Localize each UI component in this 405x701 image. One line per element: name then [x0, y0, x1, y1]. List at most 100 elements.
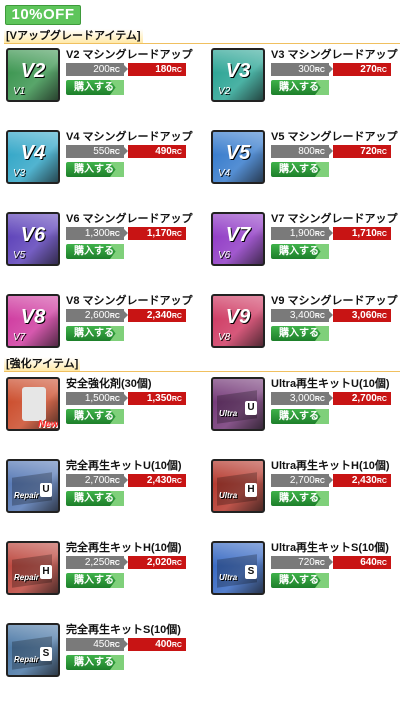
shop-item[interactable]: V8 V7 V8 マシングレードアップ 2,600RC 2,340RC 購入する [4, 292, 199, 372]
from-grade-label: V7 [13, 332, 26, 343]
kit-type-label: H [40, 565, 52, 579]
v-upgrade-icon[interactable]: V7 V6 [211, 212, 265, 266]
shop-item[interactable]: V5 V4 V5 マシングレードアップ 800RC 720RC 購入する [209, 128, 404, 208]
original-price: 800RC [271, 145, 329, 158]
buy-button[interactable]: 購入する [271, 491, 329, 506]
buy-button[interactable]: 購入する [271, 244, 329, 259]
original-price: 2,700RC [66, 474, 124, 487]
shop-item[interactable]: Repair H 完全再生キットH(10個) 2,250RC 2,020RC 購入する [4, 539, 199, 619]
grade-label: V3 [225, 60, 251, 82]
buy-button[interactable]: 購入する [271, 80, 329, 95]
v-upgrade-icon[interactable]: V6 V5 [6, 212, 60, 266]
grade-label: V2 [20, 60, 46, 82]
repair-kit-icon[interactable]: Repair S [6, 623, 60, 677]
sale-price: 180RC [128, 63, 186, 76]
ultra-repair-kit-icon[interactable]: Ultra H [211, 459, 265, 513]
from-grade-label: V3 [13, 168, 26, 179]
grade-label: V7 [225, 224, 251, 246]
repair-kit-icon[interactable]: Repair H [6, 541, 60, 595]
buy-button[interactable]: 購入する [66, 244, 124, 259]
item-name: V6 マシングレードアップ [66, 213, 193, 225]
buy-button[interactable]: 購入する [66, 162, 124, 177]
sale-price: 1,170RC [128, 227, 186, 240]
original-price: 1,500RC [66, 392, 124, 405]
shop-item[interactable]: V3 V2 V3 マシングレードアップ 300RC 270RC 購入する [209, 46, 404, 126]
item-name: 完全再生キットU(10個) [66, 460, 182, 472]
buy-button[interactable]: 購入する [271, 409, 329, 424]
kit-type-label: H [245, 483, 257, 497]
section-divider [4, 43, 400, 44]
from-grade-label: V5 [13, 250, 26, 261]
sale-price: 720RC [333, 145, 391, 158]
sale-price: 270RC [333, 63, 391, 76]
sale-price: 640RC [333, 556, 391, 569]
kit-type-label: U [40, 483, 52, 497]
shop-item[interactable]: Ultra H Ultra再生キットH(10個) 2,700RC 2,430RC 購入する [209, 457, 404, 537]
original-price: 1,900RC [271, 227, 329, 240]
item-name: V8 マシングレードアップ [66, 295, 193, 307]
sale-price: 2,430RC [333, 474, 391, 487]
kit-brand-label: Repair [14, 573, 39, 582]
grade-label: V5 [225, 142, 251, 164]
original-price: 300RC [271, 63, 329, 76]
grade-label: V6 [20, 224, 46, 246]
original-price: 3,400RC [271, 309, 329, 322]
item-name: V9 マシングレードアップ [271, 295, 398, 307]
sale-price: 3,060RC [333, 309, 391, 322]
sale-price: 400RC [128, 638, 186, 651]
original-price: 720RC [271, 556, 329, 569]
buy-button[interactable]: 購入する [66, 491, 124, 506]
kit-brand-label: Ultra [219, 491, 238, 500]
sale-price: 2,700RC [333, 392, 391, 405]
section-header-upgrade: [Vアップグレードアイテム] [4, 29, 143, 44]
item-name: 完全再生キットH(10個) [66, 542, 182, 554]
buy-button[interactable]: 購入する [271, 326, 329, 341]
shop-item[interactable]: V9 V8 V9 マシングレードアップ 3,400RC 3,060RC 購入する [209, 292, 404, 372]
buy-button[interactable]: 購入する [66, 326, 124, 341]
item-name: V7 マシングレードアップ [271, 213, 398, 225]
v-upgrade-icon[interactable]: V4 V3 [6, 130, 60, 184]
v-upgrade-icon[interactable]: V8 V7 [6, 294, 60, 348]
from-grade-label: V2 [218, 86, 231, 97]
shop-item[interactable]: Ultra S Ultra再生キットS(10個) 720RC 640RC 購入する [209, 539, 404, 619]
buy-button[interactable]: 購入する [66, 80, 124, 95]
from-grade-label: V1 [13, 86, 26, 97]
sale-price: 1,710RC [333, 227, 391, 240]
item-name: 完全再生キットS(10個) [66, 624, 181, 636]
v-upgrade-icon[interactable]: V5 V4 [211, 130, 265, 184]
shop-item[interactable]: V4 V3 V4 マシングレードアップ 550RC 490RC 購入する [4, 128, 199, 208]
v-upgrade-icon[interactable]: V3 V2 [211, 48, 265, 102]
ultra-repair-kit-icon[interactable]: Ultra S [211, 541, 265, 595]
kit-brand-label: Ultra [219, 409, 238, 418]
item-name: Ultra再生キットH(10個) [271, 460, 390, 472]
safety-enhancer-icon[interactable]: New [6, 377, 60, 431]
buy-button[interactable]: 購入する [66, 573, 124, 588]
from-grade-label: V4 [218, 168, 231, 179]
item-name: V4 マシングレードアップ [66, 131, 193, 143]
shop-item[interactable]: V7 V6 V7 マシングレードアップ 1,900RC 1,710RC 購入する [209, 210, 404, 290]
buy-button[interactable]: 購入する [66, 655, 124, 670]
sale-price: 1,350RC [128, 392, 186, 405]
buy-button[interactable]: 購入する [271, 162, 329, 177]
shop-item[interactable]: New 安全強化剤(30個) 1,500RC 1,350RC 購入する [4, 375, 199, 455]
kit-type-label: S [40, 647, 52, 661]
item-name: Ultra再生キットS(10個) [271, 542, 389, 554]
buy-button[interactable]: 購入する [66, 409, 124, 424]
grade-label: V8 [20, 306, 46, 328]
v-upgrade-icon[interactable]: V9 V8 [211, 294, 265, 348]
sale-price: 490RC [128, 145, 186, 158]
kit-type-label: S [245, 565, 257, 579]
v-upgrade-icon[interactable]: V2 V1 [6, 48, 60, 102]
repair-kit-icon[interactable]: Repair U [6, 459, 60, 513]
shop-item[interactable]: V2 V1 V2 マシングレードアップ 200RC 180RC 購入する [4, 46, 199, 126]
shop-item[interactable]: Repair U 完全再生キットU(10個) 2,700RC 2,430RC 購入する [4, 457, 199, 537]
shop-item[interactable]: Repair S 完全再生キットS(10個) 450RC 400RC 購入する [4, 621, 199, 701]
from-grade-label: V8 [218, 332, 231, 343]
shop-item[interactable]: Ultra U Ultra再生キットU(10個) 3,000RC 2,700RC 購入する [209, 375, 404, 455]
original-price: 2,600RC [66, 309, 124, 322]
kit-brand-label: Repair [14, 491, 39, 500]
buy-button[interactable]: 購入する [271, 573, 329, 588]
ultra-repair-kit-icon[interactable]: Ultra U [211, 377, 265, 431]
shop-item[interactable]: V6 V5 V6 マシングレードアップ 1,300RC 1,170RC 購入する [4, 210, 199, 290]
grade-label: V4 [20, 142, 46, 164]
